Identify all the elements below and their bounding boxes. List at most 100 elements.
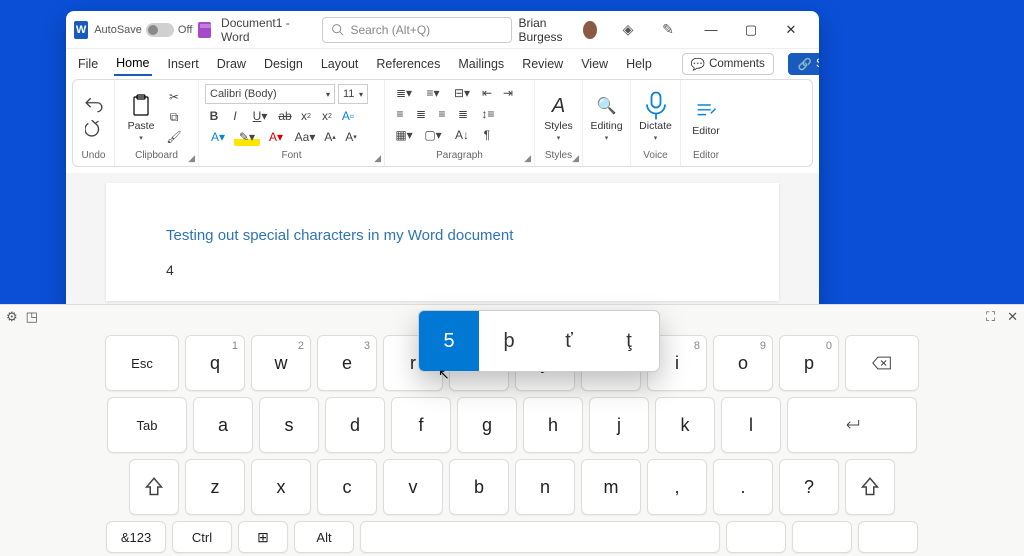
font-launcher-icon[interactable]: ◢ [374,153,381,164]
key-extra-2[interactable] [792,521,852,553]
font-name-combo[interactable]: Calibri (Body)▾ [205,84,335,104]
tab-home[interactable]: Home [114,52,151,76]
superscript-button[interactable]: x2 [318,107,336,125]
tab-insert[interactable]: Insert [166,53,201,75]
close-keyboard-icon[interactable]: ✕ [1007,309,1018,325]
popup-option-selected[interactable]: 5 [419,311,479,371]
key-h[interactable]: h [523,397,583,453]
tab-mailings[interactable]: Mailings [456,53,506,75]
popup-option[interactable]: ţ [599,311,659,371]
paragraph-launcher-icon[interactable]: ◢ [524,153,531,164]
key-space[interactable] [360,521,720,553]
align-center-button[interactable]: ≣ [412,105,430,123]
grow-font-button[interactable]: A▴ [321,128,339,146]
key-p[interactable]: 0p [779,335,839,391]
key-l[interactable]: l [721,397,781,453]
key-extra-3[interactable] [858,521,918,553]
format-painter-button[interactable]: 🖌 [165,128,183,146]
highlight-button[interactable]: ✎▾ [234,128,260,146]
key-ctrl[interactable]: Ctrl [172,521,232,553]
font-color-outline-button[interactable]: A▾ [205,128,231,146]
key-c[interactable]: c [317,459,377,515]
key-v[interactable]: v [383,459,443,515]
increase-indent-button[interactable]: ⇥ [499,84,517,102]
dock-icon[interactable]: ⛶ [986,309,995,325]
justify-button[interactable]: ≣ [454,105,472,123]
key-alt[interactable]: Alt [294,521,354,553]
close-button[interactable]: ✕ [771,15,811,45]
text-effects-button[interactable]: A▫ [339,107,357,125]
shrink-font-button[interactable]: A▾ [342,128,360,146]
share-button[interactable]: 🔗 Share [788,53,819,75]
key-windows[interactable]: ⊞ [238,521,288,553]
key-o[interactable]: 9o [713,335,773,391]
tab-design[interactable]: Design [262,53,305,75]
tab-layout[interactable]: Layout [319,53,361,75]
change-case-button[interactable]: Aa▾ [292,128,318,146]
key-question[interactable]: ? [779,459,839,515]
bold-button[interactable]: B [205,107,223,125]
search-input[interactable]: Search (Alt+Q) [322,17,512,43]
key-extra-1[interactable] [726,521,786,553]
line-spacing-button[interactable]: ↕≡ [475,105,501,123]
key-k[interactable]: k [655,397,715,453]
key-e[interactable]: 3e [317,335,377,391]
key-s[interactable]: s [259,397,319,453]
bullets-button[interactable]: ≣▾ [391,84,417,102]
tab-help[interactable]: Help [624,53,654,75]
editing-button[interactable]: 🔍 Editing ▾ [589,84,624,150]
window-icon[interactable]: ◳ [26,309,38,325]
cut-button[interactable]: ✂ [165,88,183,106]
underline-button[interactable]: U▾ [247,107,273,125]
font-size-combo[interactable]: 11▾ [338,84,368,104]
key-escape[interactable]: Esc [105,335,179,391]
undo-button[interactable] [85,96,103,114]
tab-references[interactable]: References [374,53,442,75]
align-left-button[interactable]: ≡ [391,105,409,123]
key-enter[interactable] [787,397,917,453]
key-comma[interactable]: , [647,459,707,515]
popup-option[interactable]: þ [479,311,539,371]
key-symbols[interactable]: &123 [106,521,166,553]
key-g[interactable]: g [457,397,517,453]
shading-button[interactable]: ▦▾ [391,126,417,144]
borders-button[interactable]: ▢▾ [420,126,446,144]
subscript-button[interactable]: x2 [297,107,315,125]
tab-draw[interactable]: Draw [215,53,248,75]
key-n[interactable]: n [515,459,575,515]
key-w[interactable]: 2w [251,335,311,391]
autosave-toggle[interactable]: AutoSave Off [94,23,192,37]
styles-button[interactable]: A Styles ▾ [541,84,576,150]
key-period[interactable]: . [713,459,773,515]
document-canvas[interactable]: Testing out special characters in my Wor… [66,173,819,311]
clipboard-launcher-icon[interactable]: ◢ [188,153,195,164]
align-right-button[interactable]: ≡ [433,105,451,123]
key-x[interactable]: x [251,459,311,515]
toggle-switch-icon[interactable] [146,23,174,37]
sort-button[interactable]: A↓ [449,126,475,144]
styles-launcher-icon[interactable]: ◢ [572,153,579,164]
key-d[interactable]: d [325,397,385,453]
key-f[interactable]: f [391,397,451,453]
document-body-text[interactable]: 4 [166,262,719,278]
italic-button[interactable]: I [226,107,244,125]
redo-button[interactable] [85,120,103,138]
show-marks-button[interactable]: ¶ [478,126,496,144]
multilevel-list-button[interactable]: ⊟▾ [449,84,475,102]
dictate-button[interactable]: Dictate ▾ [637,84,674,150]
editor-button[interactable]: Editor [687,84,725,150]
popup-option[interactable]: ť [539,311,599,371]
settings-icon[interactable]: ⚙ [6,309,18,325]
user-account[interactable]: Brian Burgess [518,16,601,44]
key-b[interactable]: b [449,459,509,515]
document-heading[interactable]: Testing out special characters in my Wor… [166,227,719,244]
tab-file[interactable]: File [76,53,100,75]
font-color-button[interactable]: A▾ [263,128,289,146]
key-shift-left[interactable] [129,459,179,515]
maximize-button[interactable]: ▢ [731,15,771,45]
tab-view[interactable]: View [579,53,610,75]
comments-button[interactable]: 💬 Comments [682,53,774,75]
numbering-button[interactable]: ≡▾ [420,84,446,102]
save-icon[interactable] [198,22,211,38]
copy-button[interactable]: ⧉ [165,108,183,126]
